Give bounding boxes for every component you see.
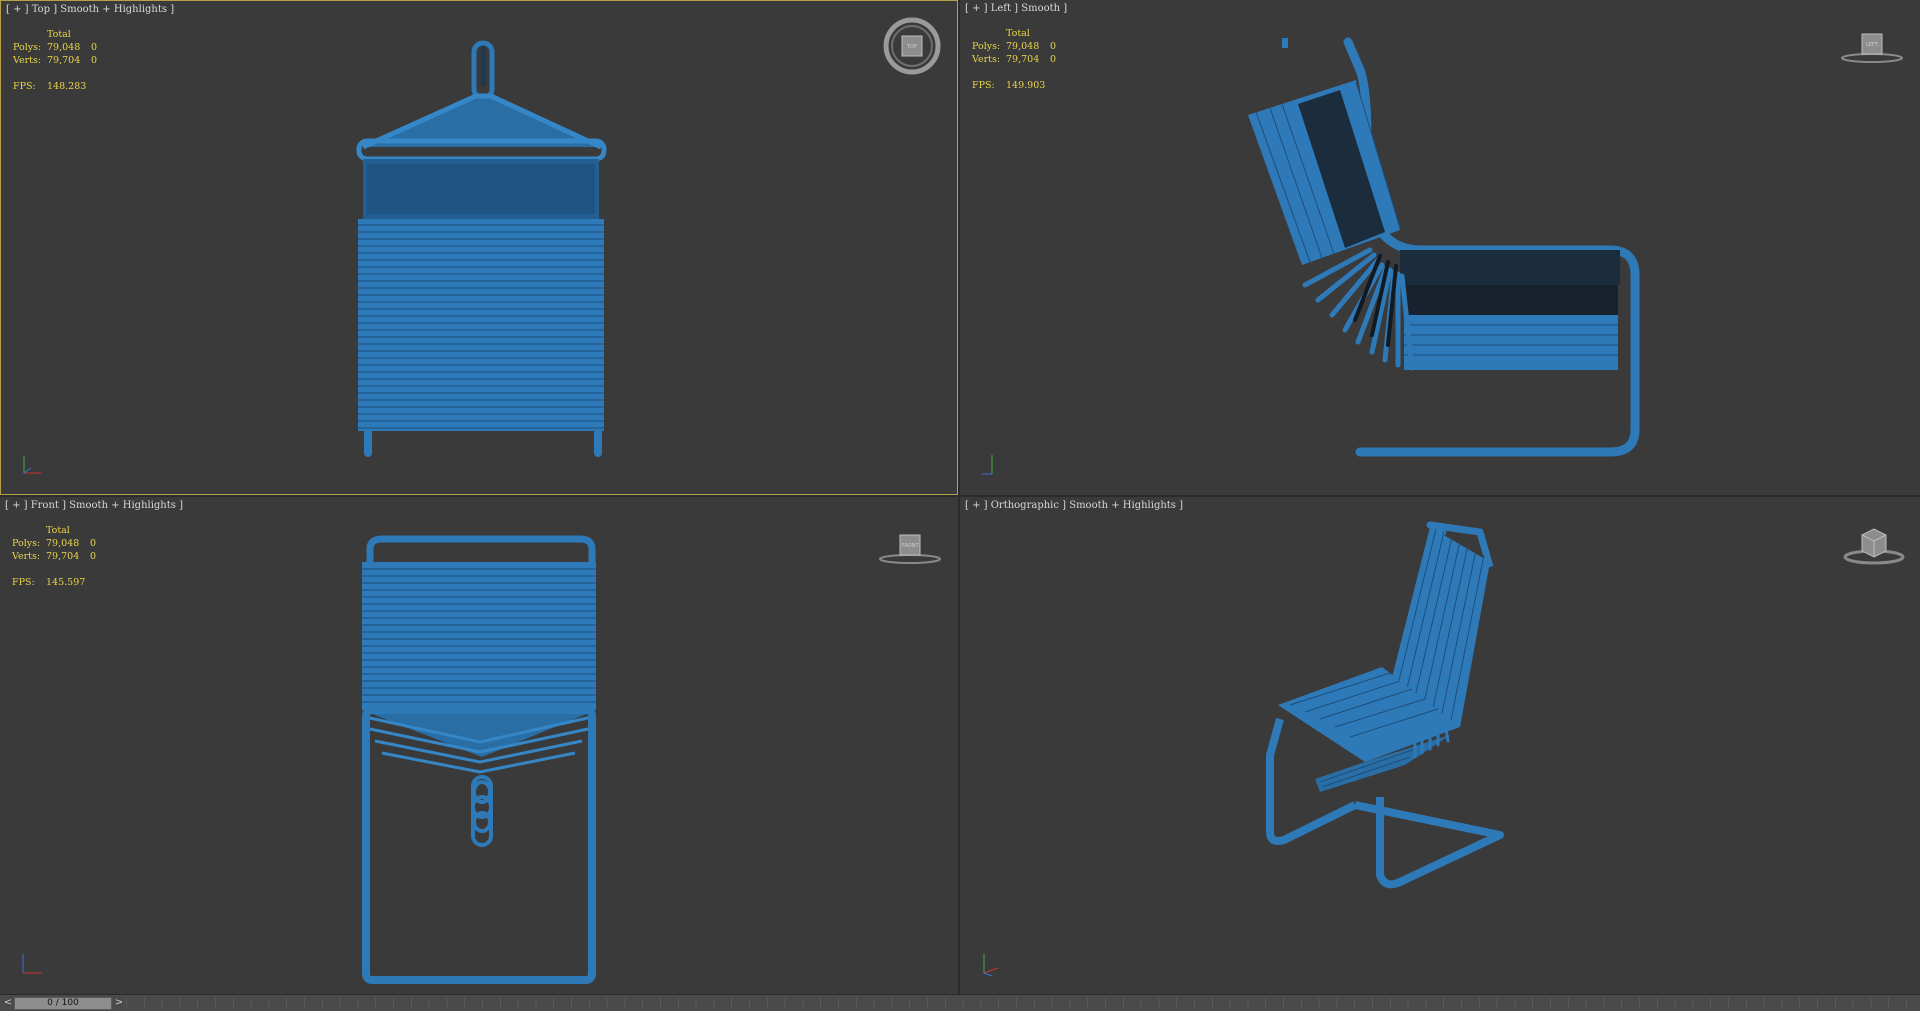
verts-selected: 0	[1050, 54, 1057, 65]
viewport-label-left[interactable]: [ + ] Left ] Smooth ]	[965, 3, 1067, 14]
verts-label: Verts:	[972, 54, 1001, 65]
stats-total-label: Total	[47, 29, 71, 40]
fps-label: FPS:	[972, 80, 995, 91]
timeline-bar: < 0 / 100 >	[0, 994, 1920, 1011]
verts-selected: 0	[90, 551, 97, 562]
axis-tripod-icon	[983, 954, 999, 977]
fps-value: 149.903	[1006, 80, 1046, 91]
fps-label: FPS:	[12, 577, 35, 588]
stats-top: Total Polys: 79,048 0 Verts: 79,704 0 FPS: 14…	[13, 28, 101, 93]
polys-count: 79,048	[47, 42, 81, 53]
chair-front-view	[362, 535, 596, 984]
viewcube-top[interactable]: TOP	[883, 17, 941, 75]
verts-label: Verts:	[13, 55, 42, 66]
polys-selected: 0	[1050, 41, 1057, 52]
chair-orthographic-view	[1266, 521, 1504, 889]
viewcube-front[interactable]: FRONT	[878, 529, 942, 565]
stats-front: Total Polys: 79,048 0 Verts: 79,704 0 FPS: 14…	[12, 524, 100, 589]
verts-count: 79,704	[46, 551, 80, 562]
timeline-slider[interactable]: 0 / 100	[14, 997, 112, 1010]
viewport-left[interactable]: [ + ] Left ] Smooth ] Total Polys: 79,048…	[960, 0, 1920, 495]
viewport-front[interactable]: [ + ] Front ] Smooth + Highlights ] Tota…	[0, 497, 958, 994]
viewport-orthographic[interactable]: [ + ] Orthographic ] Smooth + Highlights…	[960, 497, 1920, 994]
viewcube-face-label: TOP	[906, 44, 917, 50]
viewport-label-front[interactable]: [ + ] Front ] Smooth + Highlights ]	[5, 500, 183, 511]
polys-label: Polys:	[972, 41, 1001, 52]
timeline-next-button[interactable]: >	[113, 997, 125, 1009]
viewcube-face-label: FRONT	[901, 543, 919, 549]
polys-count: 79,048	[46, 538, 80, 549]
chair-top-view	[356, 40, 607, 457]
viewport-label-top[interactable]: [ + ] Top ] Smooth + Highlights ]	[6, 4, 174, 15]
axis-tripod-icon	[982, 455, 993, 475]
stats-total-label: Total	[1006, 28, 1030, 39]
viewcube-face-label: LEFT	[1866, 42, 1879, 48]
verts-selected: 0	[91, 55, 98, 66]
viewcube-orthographic[interactable]	[1842, 525, 1906, 567]
fps-value: 148.283	[47, 81, 87, 92]
stats-total-label: Total	[46, 525, 70, 536]
polys-selected: 0	[90, 538, 97, 549]
fps-value: 145.597	[46, 577, 86, 588]
polys-selected: 0	[91, 42, 98, 53]
axis-tripod-icon	[22, 954, 42, 974]
stats-left: Total Polys: 79,048 0 Verts: 79,704 0 FPS: 14…	[972, 27, 1060, 92]
verts-count: 79,704	[47, 55, 81, 66]
viewport-label-orthographic[interactable]: [ + ] Orthographic ] Smooth + Highlights…	[965, 500, 1183, 511]
verts-label: Verts:	[12, 551, 41, 562]
polys-label: Polys:	[13, 42, 42, 53]
timeline-prev-button[interactable]: <	[2, 997, 14, 1009]
fps-label: FPS:	[13, 81, 36, 92]
polys-label: Polys:	[12, 538, 41, 549]
verts-count: 79,704	[1006, 54, 1040, 65]
polys-count: 79,048	[1006, 41, 1040, 52]
axis-tripod-icon	[23, 456, 41, 474]
timeline-track[interactable]	[126, 998, 1920, 1009]
chair-left-view	[1248, 37, 1640, 457]
viewport-top[interactable]: [ + ] Top ] Smooth + Highlights ] Total …	[0, 0, 958, 495]
viewcube-left[interactable]: LEFT	[1840, 28, 1904, 64]
